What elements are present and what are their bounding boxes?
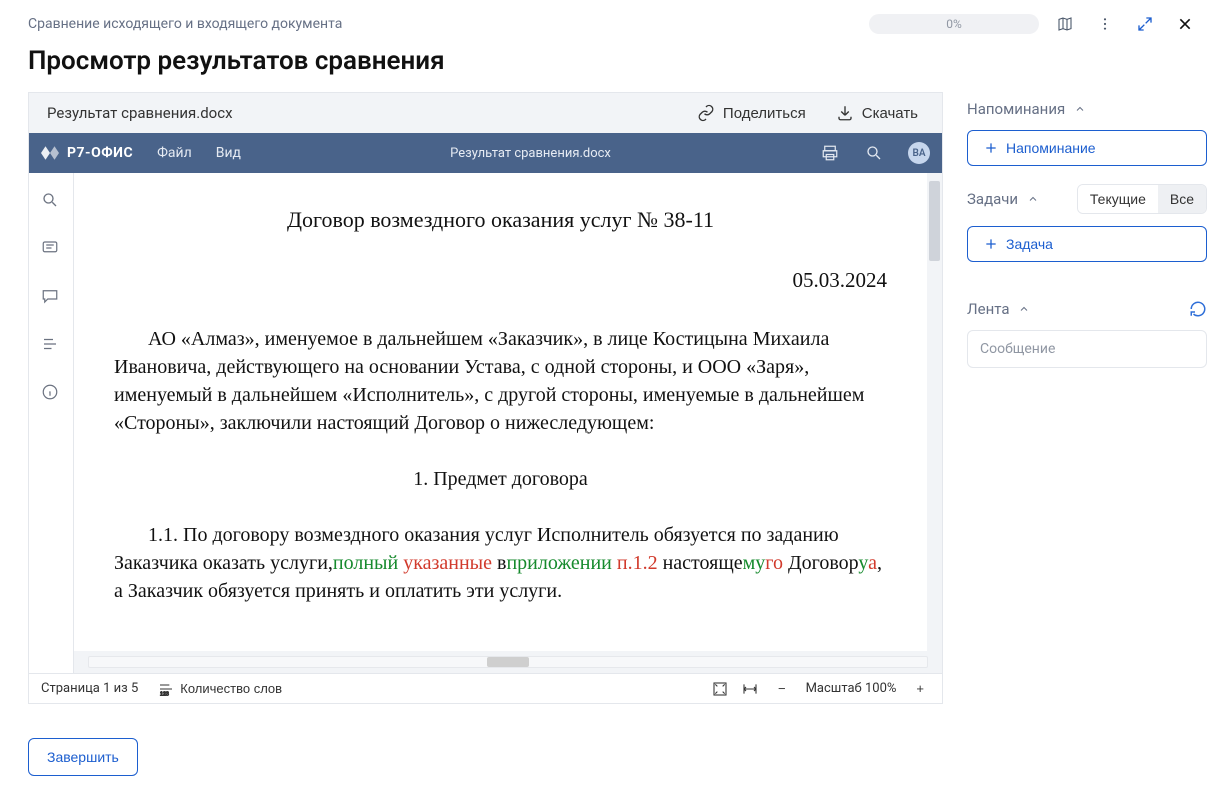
editor-title: Результат сравнения.docx	[265, 146, 796, 161]
expand-icon[interactable]	[1131, 10, 1159, 38]
word-count-button[interactable]: 123 Количество слов	[152, 680, 288, 698]
diff-delete: го	[765, 552, 783, 574]
zoom-in-button[interactable]: +	[910, 680, 930, 697]
menu-view[interactable]: Вид	[216, 145, 241, 161]
link-icon	[697, 104, 715, 122]
breadcrumb: Сравнение исходящего и входящего докумен…	[28, 16, 342, 32]
word-count-icon: 123	[158, 681, 174, 697]
document-panel: Результат сравнения.docx Поделиться Скач…	[28, 92, 943, 704]
doc-date: 05.03.2024	[114, 266, 887, 295]
reminders-panel: Напоминания Напоминание	[967, 100, 1207, 166]
brand-logo-icon	[41, 146, 59, 160]
document-page: Договор возмездного оказания услуг № 38-…	[74, 173, 927, 651]
diff-insert: приложении	[506, 552, 616, 574]
avatar[interactable]: ВА	[908, 142, 930, 164]
svg-text:123: 123	[160, 691, 169, 696]
diff-insert: полный	[333, 552, 403, 574]
brand: Р7-ОФИС	[41, 145, 133, 161]
tab-all[interactable]: Все	[1158, 185, 1206, 213]
finish-button[interactable]: Завершить	[28, 738, 138, 776]
fit-width-icon[interactable]	[742, 681, 758, 697]
add-reminder-label: Напоминание	[1006, 140, 1096, 156]
plus-icon	[984, 141, 998, 155]
page-info: Страница 1 из 5	[41, 681, 138, 696]
download-label: Скачать	[862, 105, 918, 122]
chevron-up-icon[interactable]	[1017, 302, 1031, 316]
brand-text: Р7-ОФИС	[67, 145, 133, 161]
statusbar: Страница 1 из 5 123 Количество слов − Ма…	[29, 673, 942, 703]
search-icon[interactable]	[864, 143, 884, 163]
add-reminder-button[interactable]: Напоминание	[967, 130, 1207, 166]
map-icon[interactable]	[1051, 10, 1079, 38]
tool-search-icon[interactable]	[41, 191, 61, 211]
menu-file[interactable]: Файл	[157, 145, 192, 161]
add-task-button[interactable]: Задача	[967, 226, 1207, 262]
tool-info-icon[interactable]	[41, 383, 61, 403]
download-button[interactable]: Скачать	[830, 103, 924, 123]
plus-icon	[984, 237, 998, 251]
diff-insert: му	[743, 552, 766, 574]
share-label: Поделиться	[723, 105, 806, 122]
progress-text: 0%	[946, 17, 962, 31]
progress-bar: 0%	[869, 14, 1039, 34]
add-task-label: Задача	[1006, 236, 1053, 252]
refresh-icon[interactable]	[1189, 300, 1207, 318]
feed-input[interactable]: Сообщение	[967, 330, 1207, 368]
close-icon[interactable]	[1171, 10, 1199, 38]
fit-page-icon[interactable]	[712, 681, 728, 697]
vertical-scrollbar[interactable]	[927, 173, 942, 651]
tool-comment-icon[interactable]	[41, 239, 61, 259]
tasks-panel: Задачи Текущие Все Задача	[967, 184, 1207, 262]
word-count-label: Количество слов	[180, 681, 282, 696]
share-button[interactable]: Поделиться	[691, 103, 812, 123]
diff-delete: а	[868, 552, 877, 574]
tab-current[interactable]: Текущие	[1078, 185, 1158, 213]
tasks-filter: Текущие Все	[1077, 184, 1207, 214]
document-scroll[interactable]: Договор возмездного оказания услуг № 38-…	[74, 173, 942, 651]
diff-delete: указанные	[403, 552, 497, 574]
editor-header: Р7-ОФИС Файл Вид Результат сравнения.doc…	[29, 133, 942, 173]
page-title: Просмотр результатов сравнения	[28, 46, 1199, 76]
tool-outline-icon[interactable]	[41, 335, 61, 355]
doc-filename: Результат сравнения.docx	[47, 104, 233, 122]
feed-title: Лента	[967, 300, 1009, 318]
more-icon[interactable]	[1091, 10, 1119, 38]
chevron-up-icon[interactable]	[1073, 102, 1087, 116]
download-icon	[836, 104, 854, 122]
doc-subtitle: 1. Предмет договора	[114, 465, 887, 493]
chevron-up-icon[interactable]	[1026, 192, 1040, 206]
diff-delete: п.1.2	[617, 552, 658, 574]
left-toolbar	[29, 173, 74, 673]
zoom-label: Масштаб 100%	[806, 681, 897, 696]
doc-paragraph-1: АО «Алмаз», именуемое в дальнейшем «Зака…	[114, 325, 887, 437]
reminders-title: Напоминания	[967, 100, 1065, 118]
tasks-title: Задачи	[967, 190, 1018, 208]
print-icon[interactable]	[820, 143, 840, 163]
diff-insert: у	[858, 552, 868, 574]
feed-panel: Лента Сообщение	[967, 300, 1207, 368]
zoom-out-button[interactable]: −	[772, 680, 792, 697]
doc-title: Договор возмездного оказания услуг № 38-…	[114, 205, 887, 236]
doc-paragraph-1-1: 1.1. По договору возмездного оказания ус…	[114, 521, 887, 605]
tool-chat-icon[interactable]	[41, 287, 61, 307]
horizontal-scrollbar[interactable]	[74, 651, 942, 673]
